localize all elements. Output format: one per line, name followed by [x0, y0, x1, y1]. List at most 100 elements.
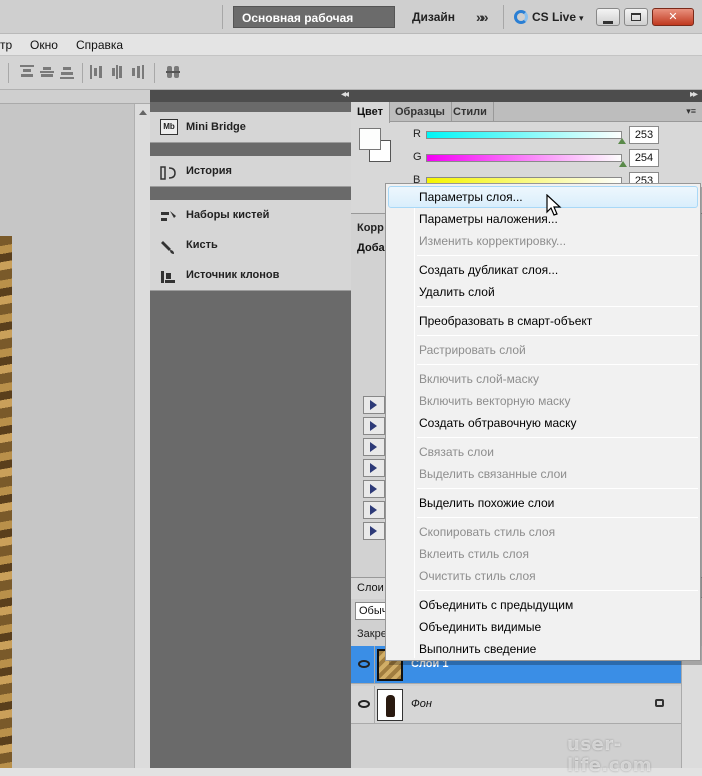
visibility-toggle[interactable]	[353, 686, 375, 724]
expand-triangle-icon	[370, 442, 377, 452]
dock-item-label: История	[186, 165, 232, 177]
eye-icon	[358, 700, 370, 708]
channel-g-value[interactable]: 254	[629, 149, 659, 167]
menu-bar: тр Окно Справка	[0, 34, 702, 56]
layer-name[interactable]: Фон	[411, 698, 432, 710]
adjustment-preset-toggle[interactable]	[363, 459, 385, 477]
workspace-essentials-button[interactable]: Основная рабочая среда	[233, 6, 395, 47]
dock-group-brushes: Наборы кистей Кисть Источник клонов	[150, 200, 351, 291]
context-menu-separator	[417, 306, 698, 307]
dock-item-brush-presets[interactable]: Наборы кистей	[150, 200, 351, 230]
menu-help[interactable]: Справка	[76, 38, 123, 52]
expand-panels-icon[interactable]: ▸▸	[690, 89, 698, 100]
tab-color[interactable]: Цвет	[351, 102, 391, 123]
context-menu-item[interactable]: Выполнить сведение	[419, 638, 536, 660]
channel-g-thumb[interactable]	[619, 161, 627, 167]
channel-r-label: R	[413, 128, 421, 140]
align-bottom-edges-icon[interactable]	[60, 65, 74, 79]
brush-icon	[160, 237, 178, 254]
history-icon	[160, 163, 178, 180]
channel-r-value[interactable]: 253	[629, 126, 659, 144]
workspace-design-button[interactable]: Дизайн	[404, 6, 463, 28]
context-menu-item[interactable]: Объединить видимые	[419, 616, 541, 638]
adjustment-preset-toggle[interactable]	[363, 396, 385, 414]
dock-item-label: Mini Bridge	[186, 121, 246, 133]
more-glyph: »	[480, 9, 489, 25]
figure-thumbnail	[386, 695, 395, 717]
expand-triangle-icon	[370, 526, 377, 536]
lock-icon	[655, 699, 664, 707]
close-button[interactable]: ✕	[652, 8, 694, 26]
right-panel-header[interactable]: ▸▸	[351, 89, 702, 102]
context-menu-item: Вклеить стиль слоя	[419, 547, 529, 561]
align-right-edges-icon[interactable]	[130, 65, 144, 79]
document-vertical-scrollbar[interactable]	[134, 104, 150, 768]
align-vertical-centers-icon[interactable]	[40, 65, 54, 79]
context-menu-item[interactable]: Выделить похожие слои	[419, 492, 554, 514]
cs-live-label: CS Live	[532, 10, 577, 24]
minimize-icon	[603, 21, 613, 24]
align-top-edges-icon[interactable]	[20, 65, 34, 79]
adjustment-preset-toggle[interactable]	[363, 522, 385, 540]
collapse-dock-icon[interactable]: ◂◂	[341, 89, 349, 100]
context-menu-item: Растрировать слой	[419, 343, 526, 357]
expand-triangle-icon	[370, 400, 377, 410]
expand-triangle-icon	[370, 421, 377, 431]
context-menu-item: Включить слой-маску	[419, 372, 539, 386]
document-canvas[interactable]	[0, 104, 134, 768]
context-menu-item[interactable]: Преобразовать в смарт-объект	[419, 310, 592, 332]
context-menu-item[interactable]: Удалить слой	[419, 281, 495, 303]
color-panel-tabs: Цвет Образцы Стили ▾≡	[351, 102, 702, 123]
layer-row[interactable]: Фон	[351, 686, 681, 724]
adjustment-preset-toggle[interactable]	[363, 501, 385, 519]
tab-adjustments[interactable]: Корр	[351, 218, 384, 238]
auto-align-layers-icon[interactable]	[166, 65, 180, 79]
context-menu-separator	[417, 488, 698, 489]
dock-item-history[interactable]: История	[150, 156, 351, 186]
adjustment-preset-toggle[interactable]	[363, 480, 385, 498]
context-menu-item[interactable]: Создать обтравочную маску	[419, 412, 577, 434]
dock-header[interactable]: ◂◂	[150, 89, 351, 102]
context-menu-item[interactable]: Параметры наложения...	[419, 208, 558, 230]
adjustment-preset-toggle[interactable]	[363, 438, 385, 456]
context-menu-separator	[417, 364, 698, 365]
channel-g-label: G	[413, 151, 422, 163]
context-menu-item[interactable]: Объединить с предыдущим	[419, 594, 573, 616]
channel-r-slider[interactable]	[426, 131, 622, 139]
scroll-up-icon[interactable]	[139, 110, 147, 115]
expand-triangle-icon	[370, 463, 377, 473]
context-menu-item: Изменить корректировку...	[419, 234, 567, 248]
align-horizontal-centers-icon[interactable]	[110, 65, 124, 79]
more-workspaces-icon[interactable]: »»	[468, 6, 494, 28]
menu-window[interactable]: Окно	[30, 38, 58, 52]
align-left-edges-icon[interactable]	[90, 65, 104, 79]
context-menu-gutter	[414, 186, 415, 658]
brush-presets-icon	[160, 207, 178, 223]
context-menu-separator	[417, 255, 698, 256]
visibility-toggle[interactable]	[353, 646, 375, 684]
mini-bridge-icon: Mb	[160, 119, 178, 135]
document-image	[0, 236, 12, 768]
minimize-button[interactable]	[596, 8, 620, 26]
separator	[8, 63, 9, 83]
adjustment-preset-toggle[interactable]	[363, 417, 385, 435]
dock-item-mini-bridge[interactable]: Mb Mini Bridge	[150, 112, 351, 142]
channel-g-slider[interactable]	[426, 154, 622, 162]
channel-r-thumb[interactable]	[618, 138, 626, 144]
menu-filter[interactable]: тр	[0, 38, 12, 52]
cs-live-button[interactable]: CS Live ▾	[514, 6, 584, 28]
application-bar: Основная рабочая среда Дизайн »» CS Live…	[0, 0, 702, 47]
layer-thumbnail	[377, 689, 403, 721]
foreground-color-swatch[interactable]	[359, 128, 381, 150]
eye-icon	[358, 660, 370, 668]
context-menu-item: Выделить связанные слои	[419, 467, 568, 481]
context-menu-item[interactable]: Параметры слоя...	[419, 186, 523, 208]
dock-item-clone-source[interactable]: Источник клонов	[150, 260, 351, 290]
dock-item-brush[interactable]: Кисть	[150, 230, 351, 260]
tab-swatches[interactable]: Образцы	[389, 102, 452, 122]
context-menu-item: Скопировать стиль слоя	[419, 525, 556, 539]
restore-button[interactable]	[624, 8, 648, 26]
tab-styles[interactable]: Стили	[447, 102, 494, 122]
context-menu-item[interactable]: Создать дубликат слоя...	[419, 259, 558, 281]
panel-menu-icon[interactable]: ▾≡	[686, 106, 696, 117]
